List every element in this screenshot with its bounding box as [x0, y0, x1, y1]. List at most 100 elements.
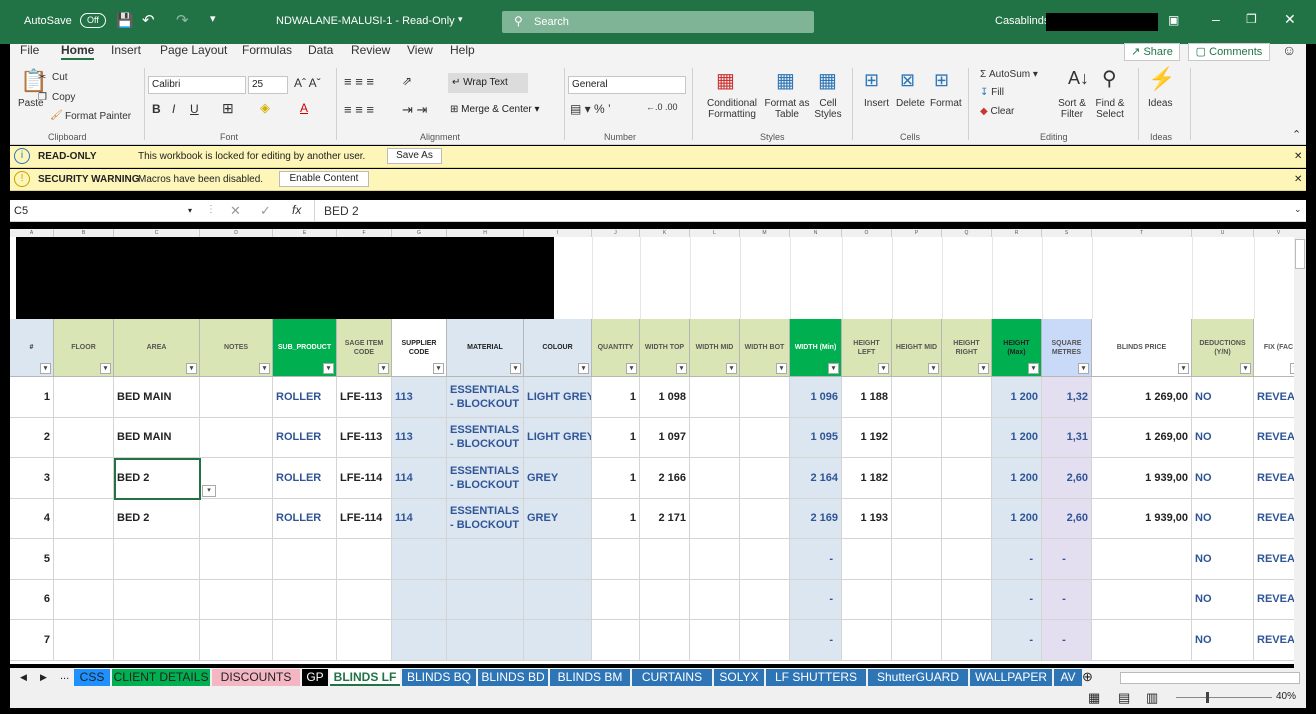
- table-cell[interactable]: [842, 539, 892, 580]
- column-letter[interactable]: J: [592, 229, 640, 237]
- table-cell[interactable]: [392, 579, 447, 620]
- table-cell[interactable]: -: [1042, 539, 1092, 580]
- conditional-formatting-icon[interactable]: ▦: [716, 68, 735, 93]
- table-cell[interactable]: [942, 498, 992, 539]
- menu-data[interactable]: Data: [308, 43, 333, 57]
- table-cell[interactable]: 1 192: [842, 417, 892, 458]
- table-cell[interactable]: BED 2: [114, 498, 200, 539]
- share-button[interactable]: ↗ Share: [1124, 43, 1180, 61]
- sheet-tab[interactable]: CSS: [74, 669, 110, 686]
- table-cell[interactable]: -: [790, 579, 842, 620]
- table-cell[interactable]: -: [790, 539, 842, 580]
- page-layout-icon[interactable]: ▤: [1118, 690, 1130, 706]
- number-format-combo[interactable]: General: [568, 76, 686, 94]
- table-cell[interactable]: 1: [592, 377, 640, 418]
- filter-dropdown-icon[interactable]: ▾: [726, 363, 737, 374]
- orientation-icon[interactable]: ⇗: [402, 74, 412, 88]
- filter-dropdown-icon[interactable]: ▾: [259, 363, 270, 374]
- table-cell[interactable]: [892, 579, 942, 620]
- table-cell[interactable]: [740, 620, 790, 661]
- table-cell[interactable]: [640, 620, 690, 661]
- table-cell[interactable]: ROLLER: [273, 417, 337, 458]
- filter-dropdown-icon[interactable]: ▾: [40, 363, 51, 374]
- table-cell[interactable]: [392, 539, 447, 580]
- collapse-ribbon-icon[interactable]: ⌃: [1292, 128, 1301, 141]
- column-letter[interactable]: A: [10, 229, 54, 237]
- column-letter[interactable]: T: [1092, 229, 1192, 237]
- table-cell[interactable]: 1 188: [842, 377, 892, 418]
- format-painter-icon[interactable]: 🖌: [50, 110, 63, 121]
- table-cell[interactable]: [842, 620, 892, 661]
- table-cell[interactable]: [740, 498, 790, 539]
- filter-dropdown-icon[interactable]: ▾: [878, 363, 889, 374]
- table-cell[interactable]: [690, 539, 740, 580]
- page-break-icon[interactable]: ▥: [1146, 690, 1158, 706]
- table-cell[interactable]: 114: [392, 498, 447, 539]
- table-cell[interactable]: NO: [1192, 417, 1254, 458]
- filter-dropdown-icon[interactable]: ▾: [1078, 363, 1089, 374]
- table-cell[interactable]: 1 200: [992, 377, 1042, 418]
- sheet-tab[interactable]: CURTAINS: [632, 669, 712, 686]
- search-box[interactable]: ⚲ Search: [502, 11, 814, 33]
- format-table-icon[interactable]: ▦: [776, 68, 795, 93]
- enable-content-button[interactable]: Enable Content: [279, 171, 369, 187]
- table-cell[interactable]: 1,31: [1042, 417, 1092, 458]
- autosum-button[interactable]: Σ AutoSum ▾: [980, 69, 1038, 80]
- table-cell[interactable]: [892, 620, 942, 661]
- table-cell[interactable]: 1 939,00: [1092, 458, 1192, 499]
- table-cell[interactable]: ESSENTIALS - BLOCKOUT: [447, 377, 524, 418]
- zoom-slider-thumb[interactable]: [1206, 692, 1209, 703]
- filter-dropdown-icon[interactable]: ▾: [100, 363, 111, 374]
- table-cell[interactable]: -: [1042, 620, 1092, 661]
- column-letter[interactable]: Q: [942, 229, 992, 237]
- align-top-icon[interactable]: ≡ ≡ ≡: [344, 74, 374, 89]
- ideas-icon[interactable]: ⚡: [1148, 66, 1175, 92]
- close-icon[interactable]: ✕: [1284, 11, 1296, 28]
- table-cell[interactable]: ROLLER: [273, 458, 337, 499]
- menu-home[interactable]: Home: [61, 43, 95, 60]
- table-cell[interactable]: GREY: [524, 498, 592, 539]
- table-cell[interactable]: 6: [10, 579, 54, 620]
- table-cell[interactable]: 1 200: [992, 458, 1042, 499]
- filter-dropdown-icon[interactable]: ▾: [510, 363, 521, 374]
- table-cell[interactable]: 113: [392, 377, 447, 418]
- insert-cells-icon[interactable]: ⊞: [864, 70, 879, 91]
- restore-icon[interactable]: ❐: [1246, 12, 1257, 26]
- sheet-tab[interactable]: CLIENT DETAILS: [112, 669, 210, 686]
- table-cell[interactable]: 2,60: [1042, 458, 1092, 499]
- column-letter[interactable]: H: [447, 229, 524, 237]
- table-cell[interactable]: 1 939,00: [1092, 498, 1192, 539]
- table-cell[interactable]: [337, 539, 392, 580]
- table-cell[interactable]: BED MAIN: [114, 417, 200, 458]
- table-cell[interactable]: LFE-113: [337, 417, 392, 458]
- table-cell[interactable]: [200, 620, 273, 661]
- copy-icon[interactable]: ❐: [38, 92, 47, 103]
- menu-review[interactable]: Review: [351, 43, 390, 57]
- close-banner-icon[interactable]: ✕: [1294, 151, 1302, 162]
- table-cell[interactable]: [200, 539, 273, 580]
- conditional-formatting-button[interactable]: Conditional Formatting: [702, 98, 762, 120]
- table-cell[interactable]: 1: [592, 417, 640, 458]
- column-letter[interactable]: K: [640, 229, 690, 237]
- wrap-text-button[interactable]: ↵ Wrap Text: [448, 73, 528, 93]
- table-cell[interactable]: [337, 620, 392, 661]
- delete-cells-button[interactable]: Delete: [896, 98, 925, 109]
- table-cell[interactable]: LIGHT GREY: [524, 377, 592, 418]
- table-cell[interactable]: [740, 458, 790, 499]
- comments-button[interactable]: ▢ Comments: [1188, 43, 1270, 61]
- table-cell[interactable]: NO: [1192, 498, 1254, 539]
- table-cell[interactable]: NO: [1192, 579, 1254, 620]
- filter-dropdown-icon[interactable]: ▾: [978, 363, 989, 374]
- table-cell[interactable]: LFE-114: [337, 498, 392, 539]
- format-painter-button[interactable]: Format Painter: [65, 111, 131, 122]
- font-name-combo[interactable]: Calibri: [148, 76, 246, 94]
- enter-icon[interactable]: ✓: [260, 203, 271, 219]
- table-cell[interactable]: 5: [10, 539, 54, 580]
- table-cell[interactable]: [114, 620, 200, 661]
- column-letter[interactable]: F: [337, 229, 392, 237]
- table-cell[interactable]: [54, 579, 114, 620]
- table-cell[interactable]: [740, 579, 790, 620]
- grow-font-icon[interactable]: Aˆ Aˇ: [294, 76, 321, 90]
- table-cell[interactable]: REVEAL: [1254, 458, 1294, 499]
- format-cells-icon[interactable]: ⊞: [934, 70, 949, 91]
